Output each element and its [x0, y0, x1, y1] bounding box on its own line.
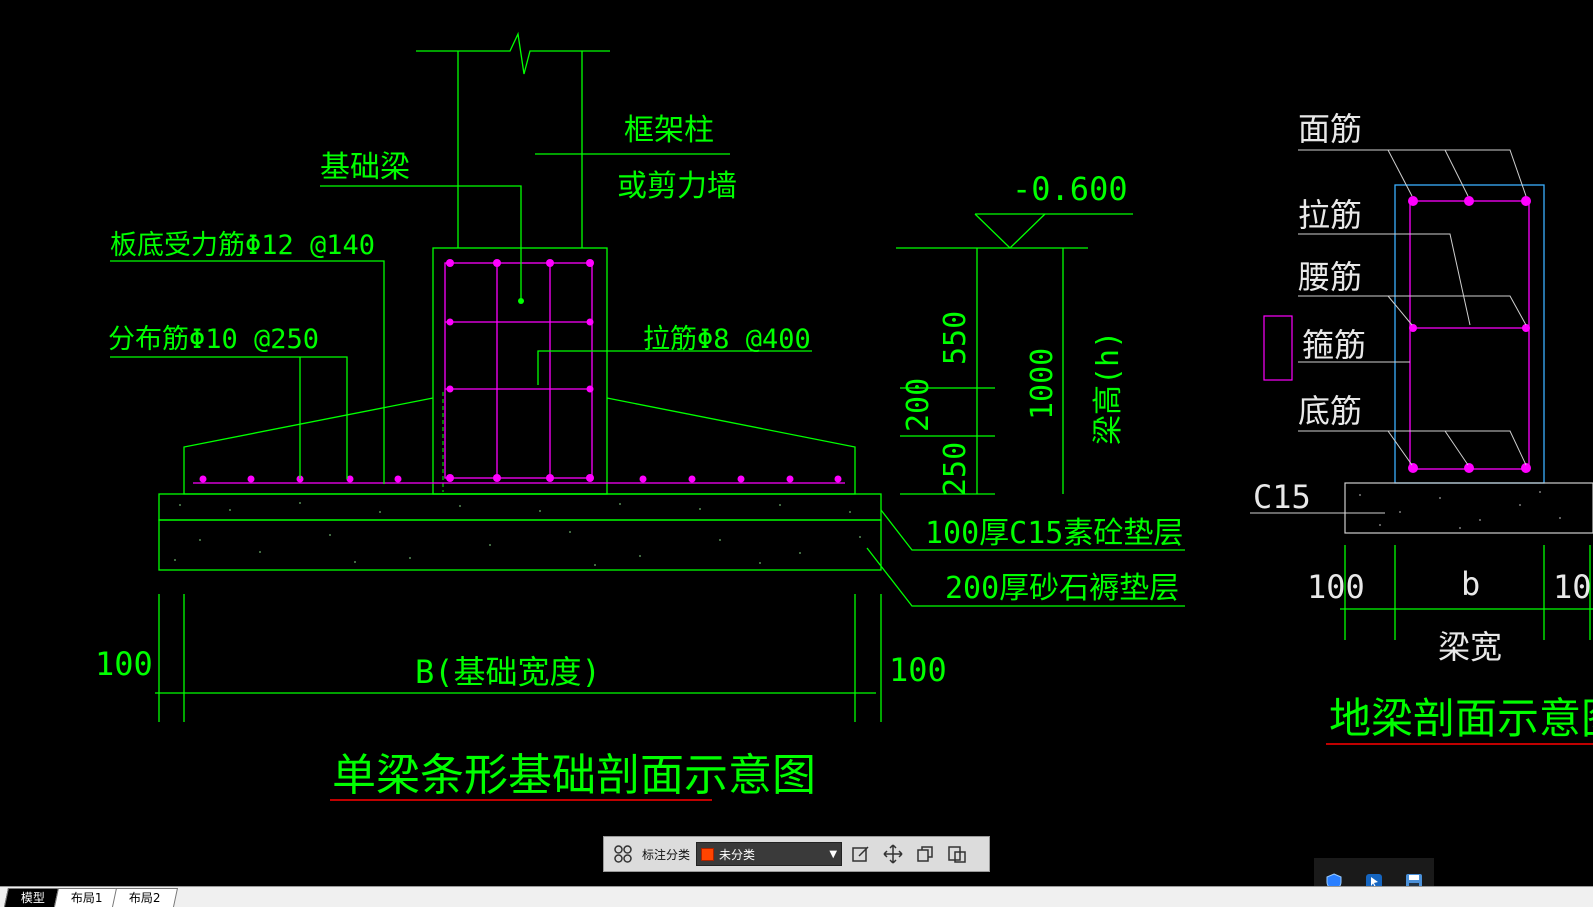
label-foundation-beam: 基础梁: [320, 150, 410, 185]
dim-100-left: 100: [95, 645, 153, 683]
category-label: 标注分类: [642, 847, 691, 862]
foundation-section-drawing: [110, 31, 1185, 801]
label-column: 框架柱: [624, 113, 714, 148]
dim-beam-height: 梁高(h): [1091, 331, 1126, 445]
edit-icon[interactable]: [848, 841, 874, 867]
move-icon[interactable]: [880, 841, 906, 867]
tab-layout1[interactable]: 布局1: [53, 888, 120, 907]
label-bottom-bar: 底筋: [1298, 392, 1362, 430]
dim-foundation-width: B(基础宽度): [415, 653, 601, 691]
chevron-down-icon: ▼: [829, 848, 838, 860]
dim-200: 200: [901, 378, 936, 432]
dim-100-right: 100: [889, 651, 947, 689]
left-drawing-title: 单梁条形基础剖面示意图: [332, 750, 816, 801]
category-value: 未分类: [719, 847, 756, 862]
category-select[interactable]: 未分类 ▼: [696, 842, 843, 866]
layout-tabs: 模型 布局1 布局2: [0, 886, 1593, 907]
ground-beam-section-drawing: [1250, 149, 1593, 745]
color-swatch: [701, 847, 715, 861]
label-elevation: -0.600: [1012, 170, 1128, 208]
tab-layout2[interactable]: 布局2: [111, 888, 178, 907]
label-dist-rebar: 分布筋Φ10 @250: [108, 324, 319, 355]
label-c15: C15: [1253, 478, 1311, 516]
dim-100-left: 100: [1307, 568, 1365, 606]
right-drawing-title: 地梁剖面示意图: [1329, 694, 1593, 743]
label-bottom-rebar: 板底受力筋Φ12 @140: [110, 230, 375, 261]
cad-canvas[interactable]: 框架柱 或剪力墙 基础梁 板底受力筋Φ12 @140 分布筋Φ10 @250 拉…: [0, 0, 1593, 906]
paste-icon[interactable]: [944, 841, 970, 867]
label-beam-width: 梁宽: [1438, 628, 1502, 666]
tab-model[interactable]: 模型: [3, 888, 63, 907]
label-stirrup: 箍筋: [1302, 326, 1366, 364]
dim-550: 550: [938, 311, 973, 365]
label-sand-layer: 200厚砂石褥垫层: [945, 571, 1179, 606]
dim-1000: 1000: [1025, 348, 1060, 420]
copy-icon[interactable]: [912, 841, 938, 867]
annotation-toolbar: 标注分类 未分类 ▼: [603, 836, 990, 872]
label-waist-bar: 腰筋: [1298, 258, 1362, 296]
label-tie-rebar: 拉筋Φ8 @400: [643, 324, 811, 355]
dim-250: 250: [938, 442, 973, 496]
label-c15-layer: 100厚C15素砼垫层: [925, 516, 1183, 551]
label-top-bar: 面筋: [1298, 110, 1362, 148]
label-tie-bar: 拉筋: [1298, 196, 1362, 234]
grid-icon[interactable]: [610, 841, 636, 867]
dim-100-right: 100: [1553, 568, 1593, 606]
label-shear-wall: 或剪力墙: [617, 169, 737, 204]
dim-beam-b: b: [1461, 565, 1480, 603]
